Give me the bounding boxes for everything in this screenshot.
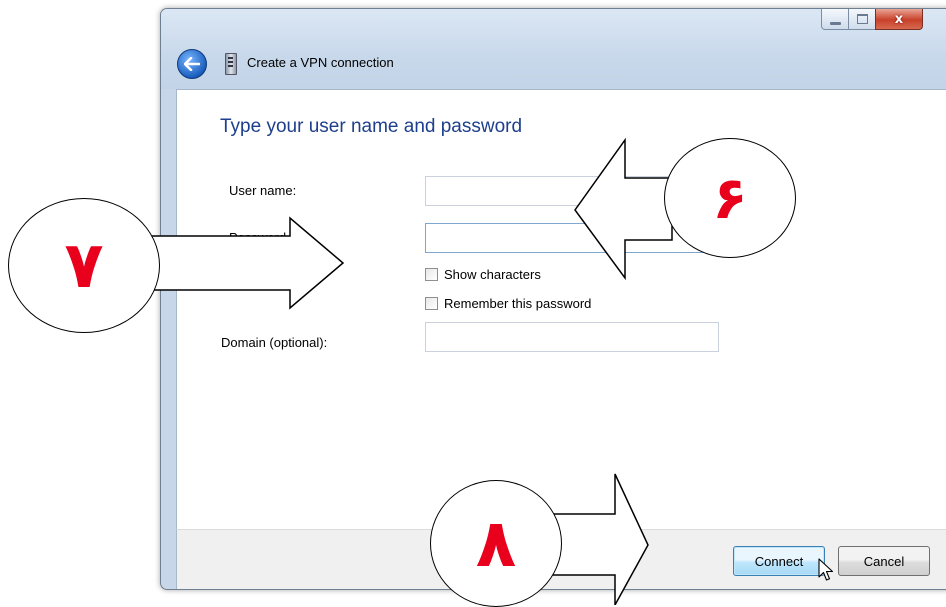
password-label: Password — [229, 230, 287, 245]
annotation-circle-six: ۶ — [664, 138, 796, 258]
title-bar: x Create a VPN connection — [161, 9, 946, 89]
show-characters-label[interactable]: Show characters — [444, 267, 541, 282]
domain-input[interactable] — [425, 322, 719, 352]
annotation-number-seven: ۷ — [64, 228, 104, 303]
mouse-pointer-icon — [818, 558, 834, 581]
close-icon: x — [894, 11, 904, 27]
annotation-number-eight: ۸ — [475, 505, 517, 582]
vpn-wizard-window: x Create a VPN connection Type your user… — [160, 8, 946, 590]
minimize-icon — [829, 21, 841, 25]
close-button[interactable]: x — [875, 9, 923, 30]
maximize-button[interactable] — [848, 9, 876, 30]
cancel-button[interactable]: Cancel — [838, 546, 930, 576]
annotation-number-six: ۶ — [712, 164, 748, 232]
connect-button[interactable]: Connect — [733, 546, 825, 576]
minimize-button[interactable] — [821, 9, 849, 30]
window-title: Create a VPN connection — [247, 55, 394, 70]
remember-password-label[interactable]: Remember this password — [444, 296, 591, 311]
maximize-icon — [856, 14, 868, 24]
back-button[interactable] — [177, 49, 207, 79]
username-label: User name: — [229, 183, 297, 198]
annotation-circle-eight: ۸ — [430, 480, 562, 607]
page-heading: Type your user name and password — [220, 116, 523, 137]
wizard-content: Type your user name and password User na… — [176, 89, 946, 530]
remember-password-checkbox[interactable] — [425, 297, 438, 310]
annotation-circle-seven: ۷ — [8, 198, 160, 333]
domain-label: Domain (optional): — [221, 335, 328, 350]
show-characters-checkbox[interactable] — [425, 268, 438, 281]
network-device-icon — [225, 53, 237, 75]
back-arrow-icon — [184, 57, 200, 71]
